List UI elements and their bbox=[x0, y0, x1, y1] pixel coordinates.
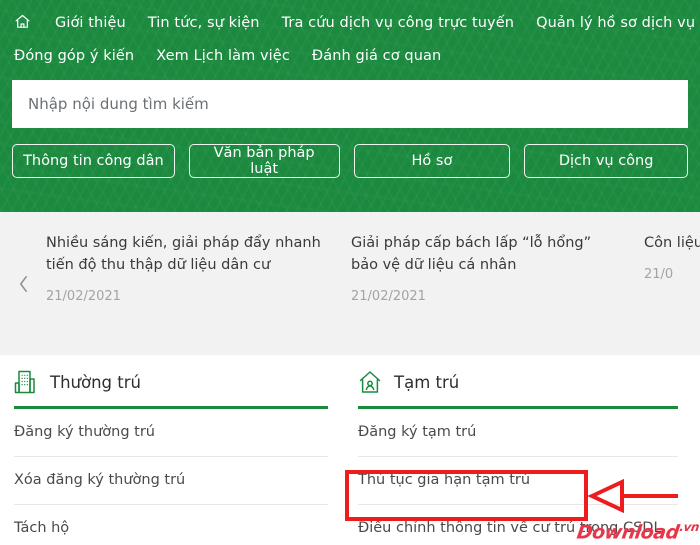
quick-filter-buttons: Thông tin công dân Văn bản pháp luật Hồ … bbox=[0, 128, 700, 178]
service-item-dieu-chinh-thong-tin[interactable]: Điều chỉnh thông tin về cư trú trong CSD… bbox=[358, 505, 678, 545]
service-item-xoa-dang-ky-thuong-tru[interactable]: Xóa đăng ký thường trú bbox=[14, 457, 328, 505]
nav-item-gioi-thieu[interactable]: Giới thiệu bbox=[55, 16, 126, 31]
nav-item-tra-cuu[interactable]: Tra cứu dịch vụ công trực tuyến bbox=[282, 16, 514, 31]
service-item-dang-ky-tam-tru[interactable]: Đăng ký tạm trú bbox=[358, 409, 678, 457]
service-column-tam-tru: Tạm trú Đăng ký tạm trú Thủ tục gia hạn … bbox=[350, 355, 700, 545]
building-icon bbox=[14, 369, 38, 395]
chevron-left-icon[interactable] bbox=[0, 212, 46, 355]
search-input[interactable] bbox=[12, 80, 688, 128]
news-carousel: Nhiều sáng kiến, giải pháp đẩy nhanh tiế… bbox=[0, 212, 700, 355]
site-header: Giới thiệu Tin tức, sự kiện Tra cứu dịch… bbox=[0, 0, 700, 212]
service-item-thu-tuc-gia-han-tam-tru[interactable]: Thủ tục gia hạn tạm trú bbox=[358, 457, 678, 505]
nav-item-dong-gop[interactable]: Đóng góp ý kiến bbox=[14, 49, 134, 64]
service-list: Đăng ký thường trú Xóa đăng ký thường tr… bbox=[14, 409, 328, 545]
quick-button-dich-vu-cong[interactable]: Dịch vụ công bbox=[524, 144, 689, 178]
news-title: Nhiều sáng kiến, giải pháp đẩy nhanh tiế… bbox=[46, 235, 321, 274]
service-column-thuong-tru: Thường trú Đăng ký thường trú Xóa đăng k… bbox=[0, 355, 350, 545]
news-title: Côn liệu rút bbox=[644, 235, 700, 251]
news-card[interactable]: Nhiều sáng kiến, giải pháp đẩy nhanh tiế… bbox=[46, 212, 351, 304]
nav-item-danh-gia[interactable]: Đánh giá cơ quan bbox=[312, 49, 441, 64]
nav-item-quan-ly[interactable]: Quản lý hồ sơ dịch vụ công bbox=[536, 16, 700, 31]
service-column-header: Thường trú bbox=[14, 369, 328, 406]
nav-home-link[interactable] bbox=[14, 13, 31, 34]
news-carousel-track: Nhiều sáng kiến, giải pháp đẩy nhanh tiế… bbox=[46, 212, 700, 304]
secondary-nav-row: Đóng góp ý kiến Xem Lịch làm việc Đánh g… bbox=[0, 40, 700, 72]
service-column-title: Tạm trú bbox=[394, 372, 460, 392]
quick-button-van-ban-phap-luat[interactable]: Văn bản pháp luật bbox=[188, 144, 340, 178]
news-date: 21/02/2021 bbox=[46, 289, 121, 305]
news-card[interactable]: Giải pháp cấp bách lấp “lỗ hổng” bảo vệ … bbox=[351, 212, 644, 304]
quick-button-ho-so[interactable]: Hồ sơ bbox=[353, 144, 511, 178]
page-root: Giới thiệu Tin tức, sự kiện Tra cứu dịch… bbox=[0, 0, 700, 545]
news-date: 21/0 bbox=[644, 267, 674, 283]
news-title: Giải pháp cấp bách lấp “lỗ hổng” bảo vệ … bbox=[351, 235, 592, 274]
service-item-dang-ky-thuong-tru[interactable]: Đăng ký thường trú bbox=[14, 409, 328, 457]
service-list: Đăng ký tạm trú Thủ tục gia hạn tạm trú … bbox=[358, 409, 678, 545]
service-column-header: Tạm trú bbox=[358, 369, 678, 406]
service-column-title: Thường trú bbox=[50, 372, 141, 392]
primary-nav-row: Giới thiệu Tin tức, sự kiện Tra cứu dịch… bbox=[0, 7, 700, 40]
nav-item-xem-lich[interactable]: Xem Lịch làm việc bbox=[156, 49, 290, 64]
quick-button-thong-tin-cong-dan[interactable]: Thông tin công dân bbox=[12, 144, 175, 178]
nav-item-tin-tuc[interactable]: Tin tức, sự kiện bbox=[148, 16, 260, 31]
service-sections: Thường trú Đăng ký thường trú Xóa đăng k… bbox=[0, 355, 700, 545]
news-card[interactable]: Côn liệu rút 21/0 bbox=[644, 212, 700, 304]
search-bar bbox=[0, 72, 700, 128]
house-person-icon bbox=[358, 369, 382, 395]
home-icon bbox=[14, 13, 31, 34]
service-item-tach-ho[interactable]: Tách hộ bbox=[14, 505, 328, 545]
news-date: 21/02/2021 bbox=[351, 289, 426, 305]
